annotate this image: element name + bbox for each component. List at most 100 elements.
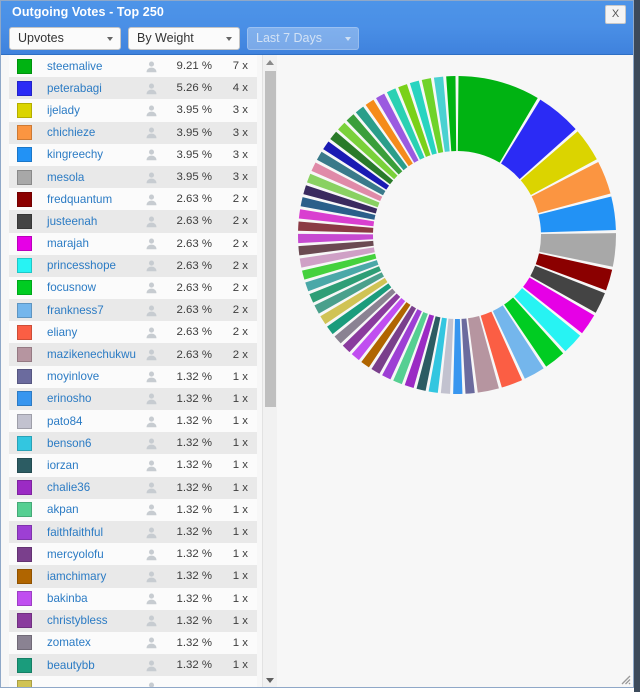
user-icon[interactable] — [137, 526, 165, 539]
account-name-link[interactable]: focusnow — [39, 281, 137, 294]
table-row[interactable]: kingreechy 3.95 % 3 x — [9, 143, 257, 166]
account-name-link[interactable]: moyinlove — [39, 370, 137, 383]
scroll-down-arrow-icon[interactable] — [263, 673, 277, 687]
table-row[interactable]: fredquantum 2.63 % 2 x — [9, 188, 257, 211]
user-icon[interactable] — [137, 126, 165, 139]
donut-chart[interactable] — [279, 55, 635, 415]
account-name-link[interactable]: christybless — [39, 614, 137, 627]
table-row[interactable]: akpan 1.32 % 1 x — [9, 498, 257, 521]
vote-type-select[interactable]: Upvotes — [9, 27, 121, 50]
account-name-link[interactable]: benson6 — [39, 437, 137, 450]
account-name-link[interactable]: akpan — [39, 503, 137, 516]
account-name-link[interactable]: faithfaithful — [39, 526, 137, 539]
table-row[interactable]: ijelady 3.95 % 3 x — [9, 99, 257, 122]
account-name-link[interactable]: ijelady — [39, 104, 137, 117]
table-row[interactable]: chalie36 1.32 % 1 x — [9, 476, 257, 499]
table-row[interactable]: chichieze 3.95 % 3 x — [9, 121, 257, 144]
user-icon[interactable] — [137, 304, 165, 317]
table-row[interactable]: benson6 1.32 % 1 x — [9, 432, 257, 455]
user-icon[interactable] — [137, 193, 165, 206]
list-scrollbar[interactable] — [262, 55, 277, 687]
account-name-link[interactable]: mercyolofu — [39, 548, 137, 561]
user-icon[interactable] — [137, 636, 165, 649]
user-icon[interactable] — [137, 681, 165, 687]
user-icon[interactable] — [137, 281, 165, 294]
account-name-link[interactable]: marajah — [39, 237, 137, 250]
account-name-link[interactable]: eliany — [39, 326, 137, 339]
scrollbar-thumb[interactable] — [265, 71, 276, 407]
account-name-link[interactable]: pato84 — [39, 415, 137, 428]
table-row[interactable]: frankness7 2.63 % 2 x — [9, 299, 257, 322]
account-name-link[interactable]: frankness7 — [39, 304, 137, 317]
table-row[interactable]: moyinlove 1.32 % 1 x — [9, 365, 257, 388]
account-name-link[interactable]: fredquantum — [39, 193, 137, 206]
table-row[interactable]: zomatex 1.32 % 1 x — [9, 631, 257, 655]
user-icon[interactable] — [137, 659, 165, 672]
table-row[interactable]: bakinba 1.32 % 1 x — [9, 587, 257, 610]
account-name-link[interactable]: princesshope — [39, 259, 137, 272]
user-icon[interactable] — [137, 237, 165, 250]
table-row[interactable]: iorzan 1.32 % 1 x — [9, 454, 257, 477]
sort-by-select[interactable]: By Weight — [128, 27, 240, 50]
user-icon[interactable] — [137, 171, 165, 184]
user-icon[interactable] — [137, 370, 165, 383]
account-name-link[interactable]: iamchimary — [39, 570, 137, 583]
account-name-link[interactable]: justeenah — [39, 215, 137, 228]
account-name-link[interactable]: bakinba — [39, 592, 137, 605]
table-row[interactable]: erinosho 1.32 % 1 x — [9, 387, 257, 410]
account-name-link[interactable]: iorzan — [39, 459, 137, 472]
user-icon[interactable] — [137, 503, 165, 516]
table-row[interactable]: focusnow 2.63 % 2 x — [9, 276, 257, 300]
user-icon[interactable] — [137, 392, 165, 405]
account-name-link[interactable]: zomatex — [39, 636, 137, 649]
account-name-link[interactable]: mazikenechukwu — [39, 348, 137, 361]
table-row[interactable]: justeenah 2.63 % 2 x — [9, 210, 257, 233]
user-icon[interactable] — [137, 148, 165, 161]
user-icon[interactable] — [137, 82, 165, 95]
account-name-link[interactable]: mesola — [39, 171, 137, 184]
table-row[interactable]: mesola 3.95 % 3 x — [9, 165, 257, 189]
resize-grip-icon[interactable] — [619, 673, 631, 685]
user-icon[interactable] — [137, 614, 165, 627]
account-name-link[interactable]: kingreechy — [39, 148, 137, 161]
table-row[interactable]: princesshope 2.63 % 2 x — [9, 254, 257, 277]
account-name-link[interactable]: chichieze — [39, 126, 137, 139]
user-icon[interactable] — [137, 326, 165, 339]
table-row[interactable]: pato84 1.32 % 1 x — [9, 410, 257, 433]
donut-slice[interactable] — [453, 318, 463, 394]
table-row[interactable]: mazikenechukwu 2.63 % 2 x — [9, 343, 257, 366]
user-icon[interactable] — [137, 104, 165, 117]
table-row[interactable]: christybless 1.32 % 1 x — [9, 609, 257, 632]
user-icon[interactable] — [137, 259, 165, 272]
table-row[interactable]: beautybb 1.32 % 1 x — [9, 654, 257, 677]
user-icon[interactable] — [137, 548, 165, 561]
user-icon[interactable] — [137, 570, 165, 583]
user-icon[interactable] — [137, 415, 165, 428]
table-row[interactable]: mercyolofu 1.32 % 1 x — [9, 543, 257, 566]
percent-value: 1.32 % — [176, 636, 212, 649]
swatch-cell — [9, 591, 39, 607]
page-title: Outgoing Votes - Top 250 — [12, 5, 164, 19]
table-row[interactable]: peterabagi 5.26 % 4 x — [9, 77, 257, 100]
account-name-link[interactable]: chalie36 — [39, 481, 137, 494]
scroll-up-arrow-icon[interactable] — [263, 55, 277, 69]
account-name-link[interactable]: beautybb — [39, 659, 137, 672]
table-row[interactable]: eliany 2.63 % 2 x — [9, 321, 257, 344]
account-name-link[interactable]: steemalive — [39, 60, 137, 73]
percent-value: 1.32 % — [176, 592, 212, 605]
user-icon[interactable] — [137, 437, 165, 450]
user-icon[interactable] — [137, 348, 165, 361]
account-name-link[interactable]: peterabagi — [39, 82, 137, 95]
account-name-link[interactable]: erinosho — [39, 392, 137, 405]
table-row[interactable]: iamchimary 1.32 % 1 x — [9, 565, 257, 588]
user-icon[interactable] — [137, 459, 165, 472]
user-icon[interactable] — [137, 481, 165, 494]
table-row[interactable] — [9, 676, 257, 687]
table-row[interactable]: marajah 2.63 % 2 x — [9, 232, 257, 255]
user-icon[interactable] — [137, 60, 165, 73]
table-row[interactable]: faithfaithful 1.32 % 1 x — [9, 520, 257, 544]
close-button[interactable]: X — [605, 5, 626, 24]
user-icon[interactable] — [137, 592, 165, 605]
table-row[interactable]: steemalive 9.21 % 7 x — [9, 55, 257, 78]
user-icon[interactable] — [137, 215, 165, 228]
